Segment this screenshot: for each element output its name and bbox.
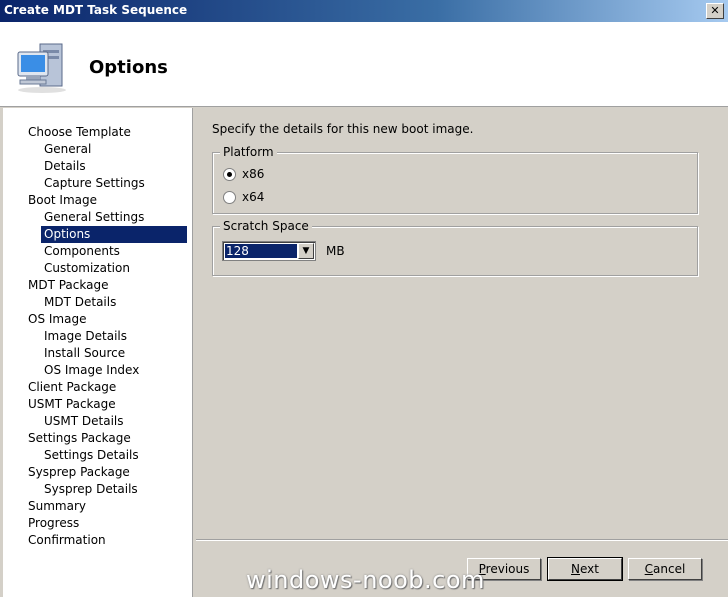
- nav-item-os-image: OS Image: [28, 312, 87, 326]
- chevron-down-icon[interactable]: ▼: [298, 243, 314, 259]
- nav-item-settings-package: Settings Package: [28, 431, 131, 445]
- nav-item-mdt-package: MDT Package: [28, 278, 109, 292]
- footer-divider: [196, 539, 728, 541]
- nav-item-os-image-index: OS Image Index: [44, 363, 140, 377]
- scratch-space-value: 128: [225, 244, 297, 258]
- nav-item-boot-image: Boot Image: [28, 193, 98, 207]
- nav-item-mdt-details: MDT Details: [44, 295, 117, 309]
- nav-item-install-source: Install Source: [44, 346, 126, 360]
- nav-item-summary: Summary: [28, 499, 86, 513]
- scratch-space-legend: Scratch Space: [220, 219, 312, 233]
- nav-item-settings-details: Settings Details: [44, 448, 139, 462]
- nav-item-capture-settings: Capture Settings: [44, 176, 145, 190]
- nav-item-confirmation: Confirmation: [28, 533, 106, 547]
- content-panel: Specify the details for this new boot im…: [196, 108, 728, 538]
- nav-item-options: Options: [41, 226, 187, 243]
- nav-item-details: Details: [44, 159, 86, 173]
- title-bar: Create MDT Task Sequence ✕: [0, 0, 728, 22]
- radio-x86[interactable]: x86: [223, 167, 264, 181]
- platform-legend: Platform: [220, 145, 277, 159]
- radio-button-icon[interactable]: [223, 190, 236, 204]
- nav-item-sysprep-details: Sysprep Details: [44, 482, 138, 496]
- close-icon[interactable]: ✕: [706, 3, 724, 19]
- nav-item-progress: Progress: [28, 516, 80, 530]
- nav-item-client-package: Client Package: [28, 380, 117, 394]
- page-title: Options: [89, 57, 168, 78]
- nav-item-customization: Customization: [44, 261, 130, 275]
- nav-item-choose-template: Choose Template: [28, 125, 131, 139]
- watermark: windows-noob.com: [246, 566, 485, 594]
- cancel-button[interactable]: Cancel: [628, 558, 702, 580]
- scratch-space-unit: MB: [326, 244, 345, 258]
- nav-item-general-settings: General Settings: [44, 210, 145, 224]
- platform-group: Platform x86 x64: [212, 145, 698, 214]
- instruction-text: Specify the details for this new boot im…: [212, 122, 474, 136]
- next-button[interactable]: Next: [547, 557, 623, 581]
- nav-item-sysprep-package: Sysprep Package: [28, 465, 130, 479]
- wizard-step-list: Choose Template General Details Capture Set…: [3, 108, 193, 597]
- radio-x86-label: x86: [242, 167, 265, 181]
- nav-item-components: Components: [44, 244, 120, 258]
- wizard-header: Options: [0, 22, 728, 107]
- nav-item-usmt-details: USMT Details: [44, 414, 124, 428]
- scratch-space-dropdown[interactable]: 128 ▼: [222, 241, 316, 261]
- next-button-label: Next: [571, 562, 599, 576]
- nav-item-usmt-package: USMT Package: [28, 397, 116, 411]
- previous-button-label: Previous: [478, 562, 530, 576]
- window-title: Create MDT Task Sequence: [4, 3, 188, 17]
- radio-x64[interactable]: x64: [223, 190, 264, 204]
- nav-item-image-details: Image Details: [44, 329, 127, 343]
- radio-x64-label: x64: [242, 190, 265, 204]
- radio-button-icon[interactable]: [223, 167, 236, 181]
- cancel-button-label: Cancel: [644, 562, 686, 576]
- scratch-space-group: Scratch Space 128 ▼ MB: [212, 219, 698, 276]
- computer-icon: [17, 43, 66, 93]
- nav-item-general: General: [44, 142, 92, 156]
